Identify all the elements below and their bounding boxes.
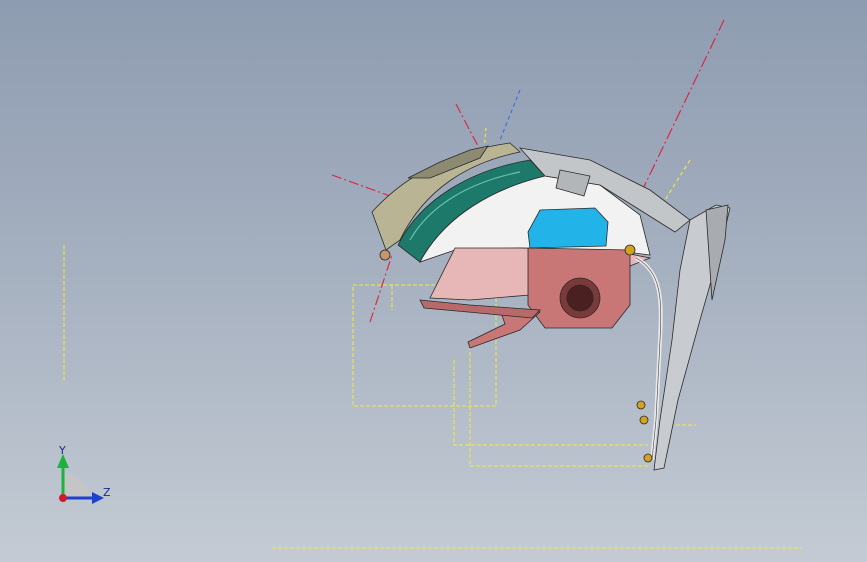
orientation-triad[interactable]: Y Z — [44, 440, 124, 520]
z-axis-label: Z — [103, 486, 111, 499]
triad-quadrant — [65, 474, 89, 498]
origin-dot-icon — [59, 494, 67, 502]
y-axis-label: Y — [58, 444, 66, 457]
cad-3d-viewport[interactable]: Y Z — [0, 0, 867, 562]
assembly-model[interactable] — [0, 0, 867, 562]
lamp-housing[interactable] — [371, 142, 731, 471]
